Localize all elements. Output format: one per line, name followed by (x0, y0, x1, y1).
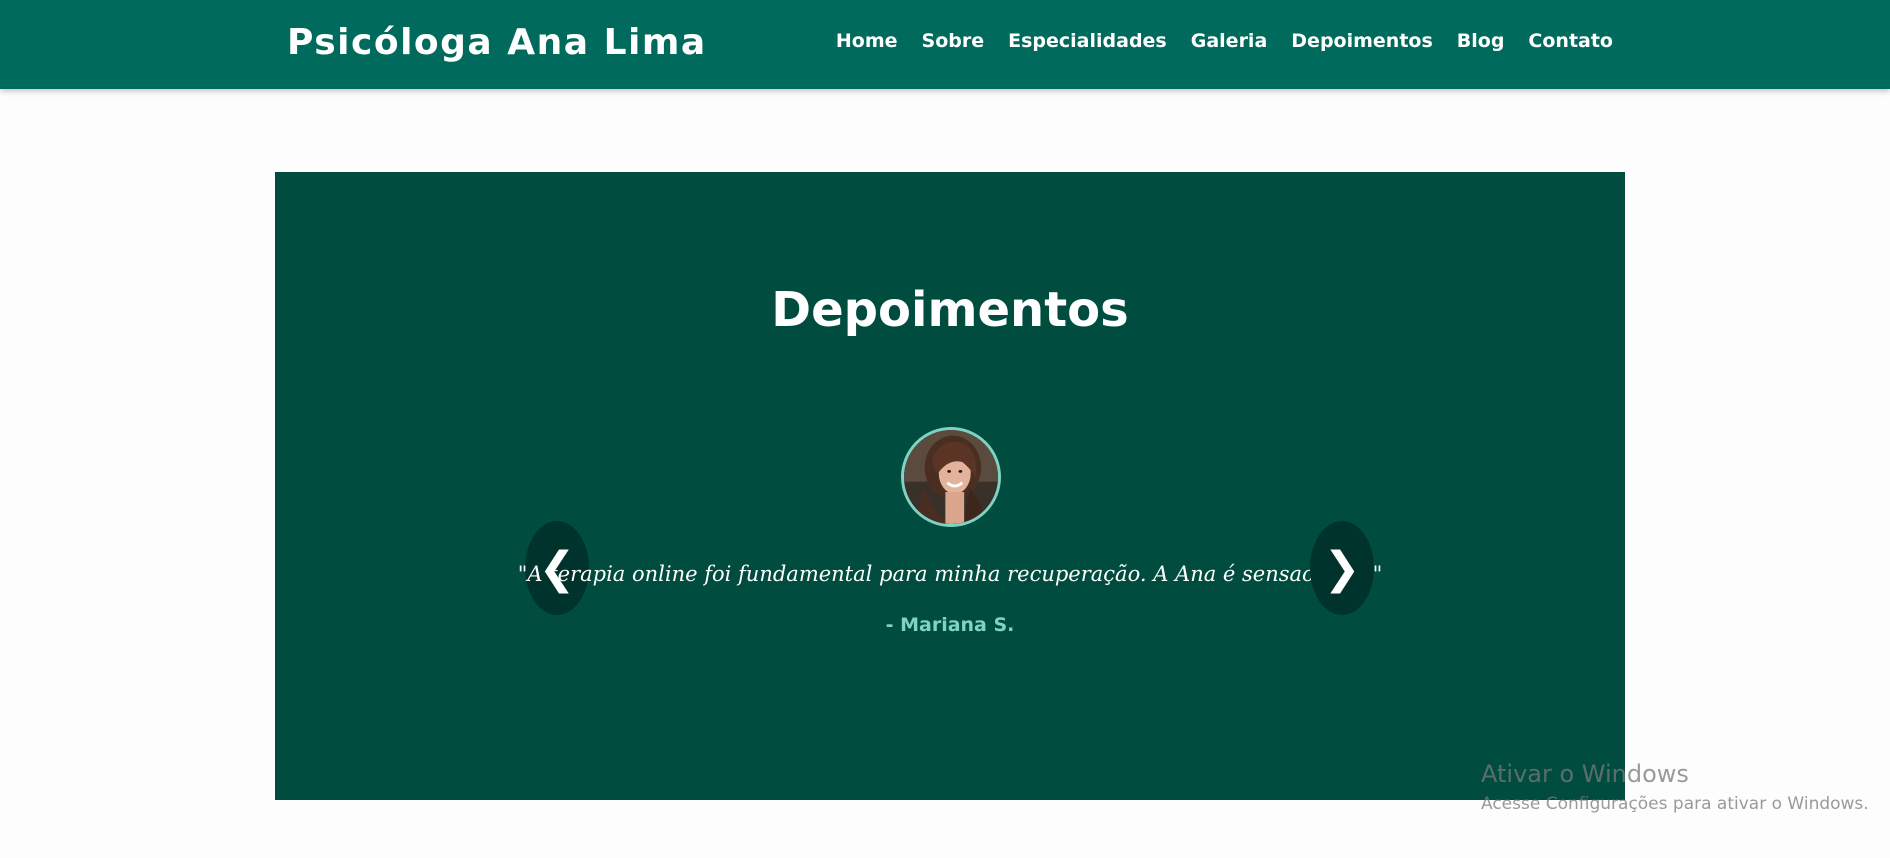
nav-item-galeria[interactable]: Galeria (1191, 30, 1268, 52)
testimonial-quote: "A terapia online foi fundamental para m… (517, 562, 1383, 586)
nav-item-especialidades[interactable]: Especialidades (1008, 30, 1167, 52)
carousel-next-button[interactable]: ❯ (1310, 521, 1374, 615)
site-header: Psicóloga Ana Lima Home Sobre Especialid… (0, 0, 1890, 89)
main-nav: Home Sobre Especialidades Galeria Depoim… (836, 30, 1613, 52)
nav-item-sobre[interactable]: Sobre (922, 30, 985, 52)
windows-activation-watermark: Ativar o Windows Acesse Configurações pa… (1481, 760, 1869, 814)
nav-item-blog[interactable]: Blog (1457, 30, 1505, 52)
watermark-subtitle: Acesse Configurações para ativar o Windo… (1481, 794, 1869, 814)
section-title: Depoimentos (771, 282, 1129, 338)
site-brand[interactable]: Psicóloga Ana Lima (287, 22, 707, 63)
testimonial-avatar (901, 427, 1001, 527)
testimonial-author: - Mariana S. (885, 614, 1015, 636)
nav-item-depoimentos[interactable]: Depoimentos (1291, 30, 1432, 52)
testimonials-section: Depoimentos ❮ "A terapia online foi fund… (275, 172, 1625, 800)
nav-item-contato[interactable]: Contato (1528, 30, 1613, 52)
avatar-photo-icon (904, 430, 998, 524)
chevron-right-icon: ❯ (1323, 542, 1361, 594)
watermark-title: Ativar o Windows (1481, 760, 1689, 788)
nav-item-home[interactable]: Home (836, 30, 898, 52)
